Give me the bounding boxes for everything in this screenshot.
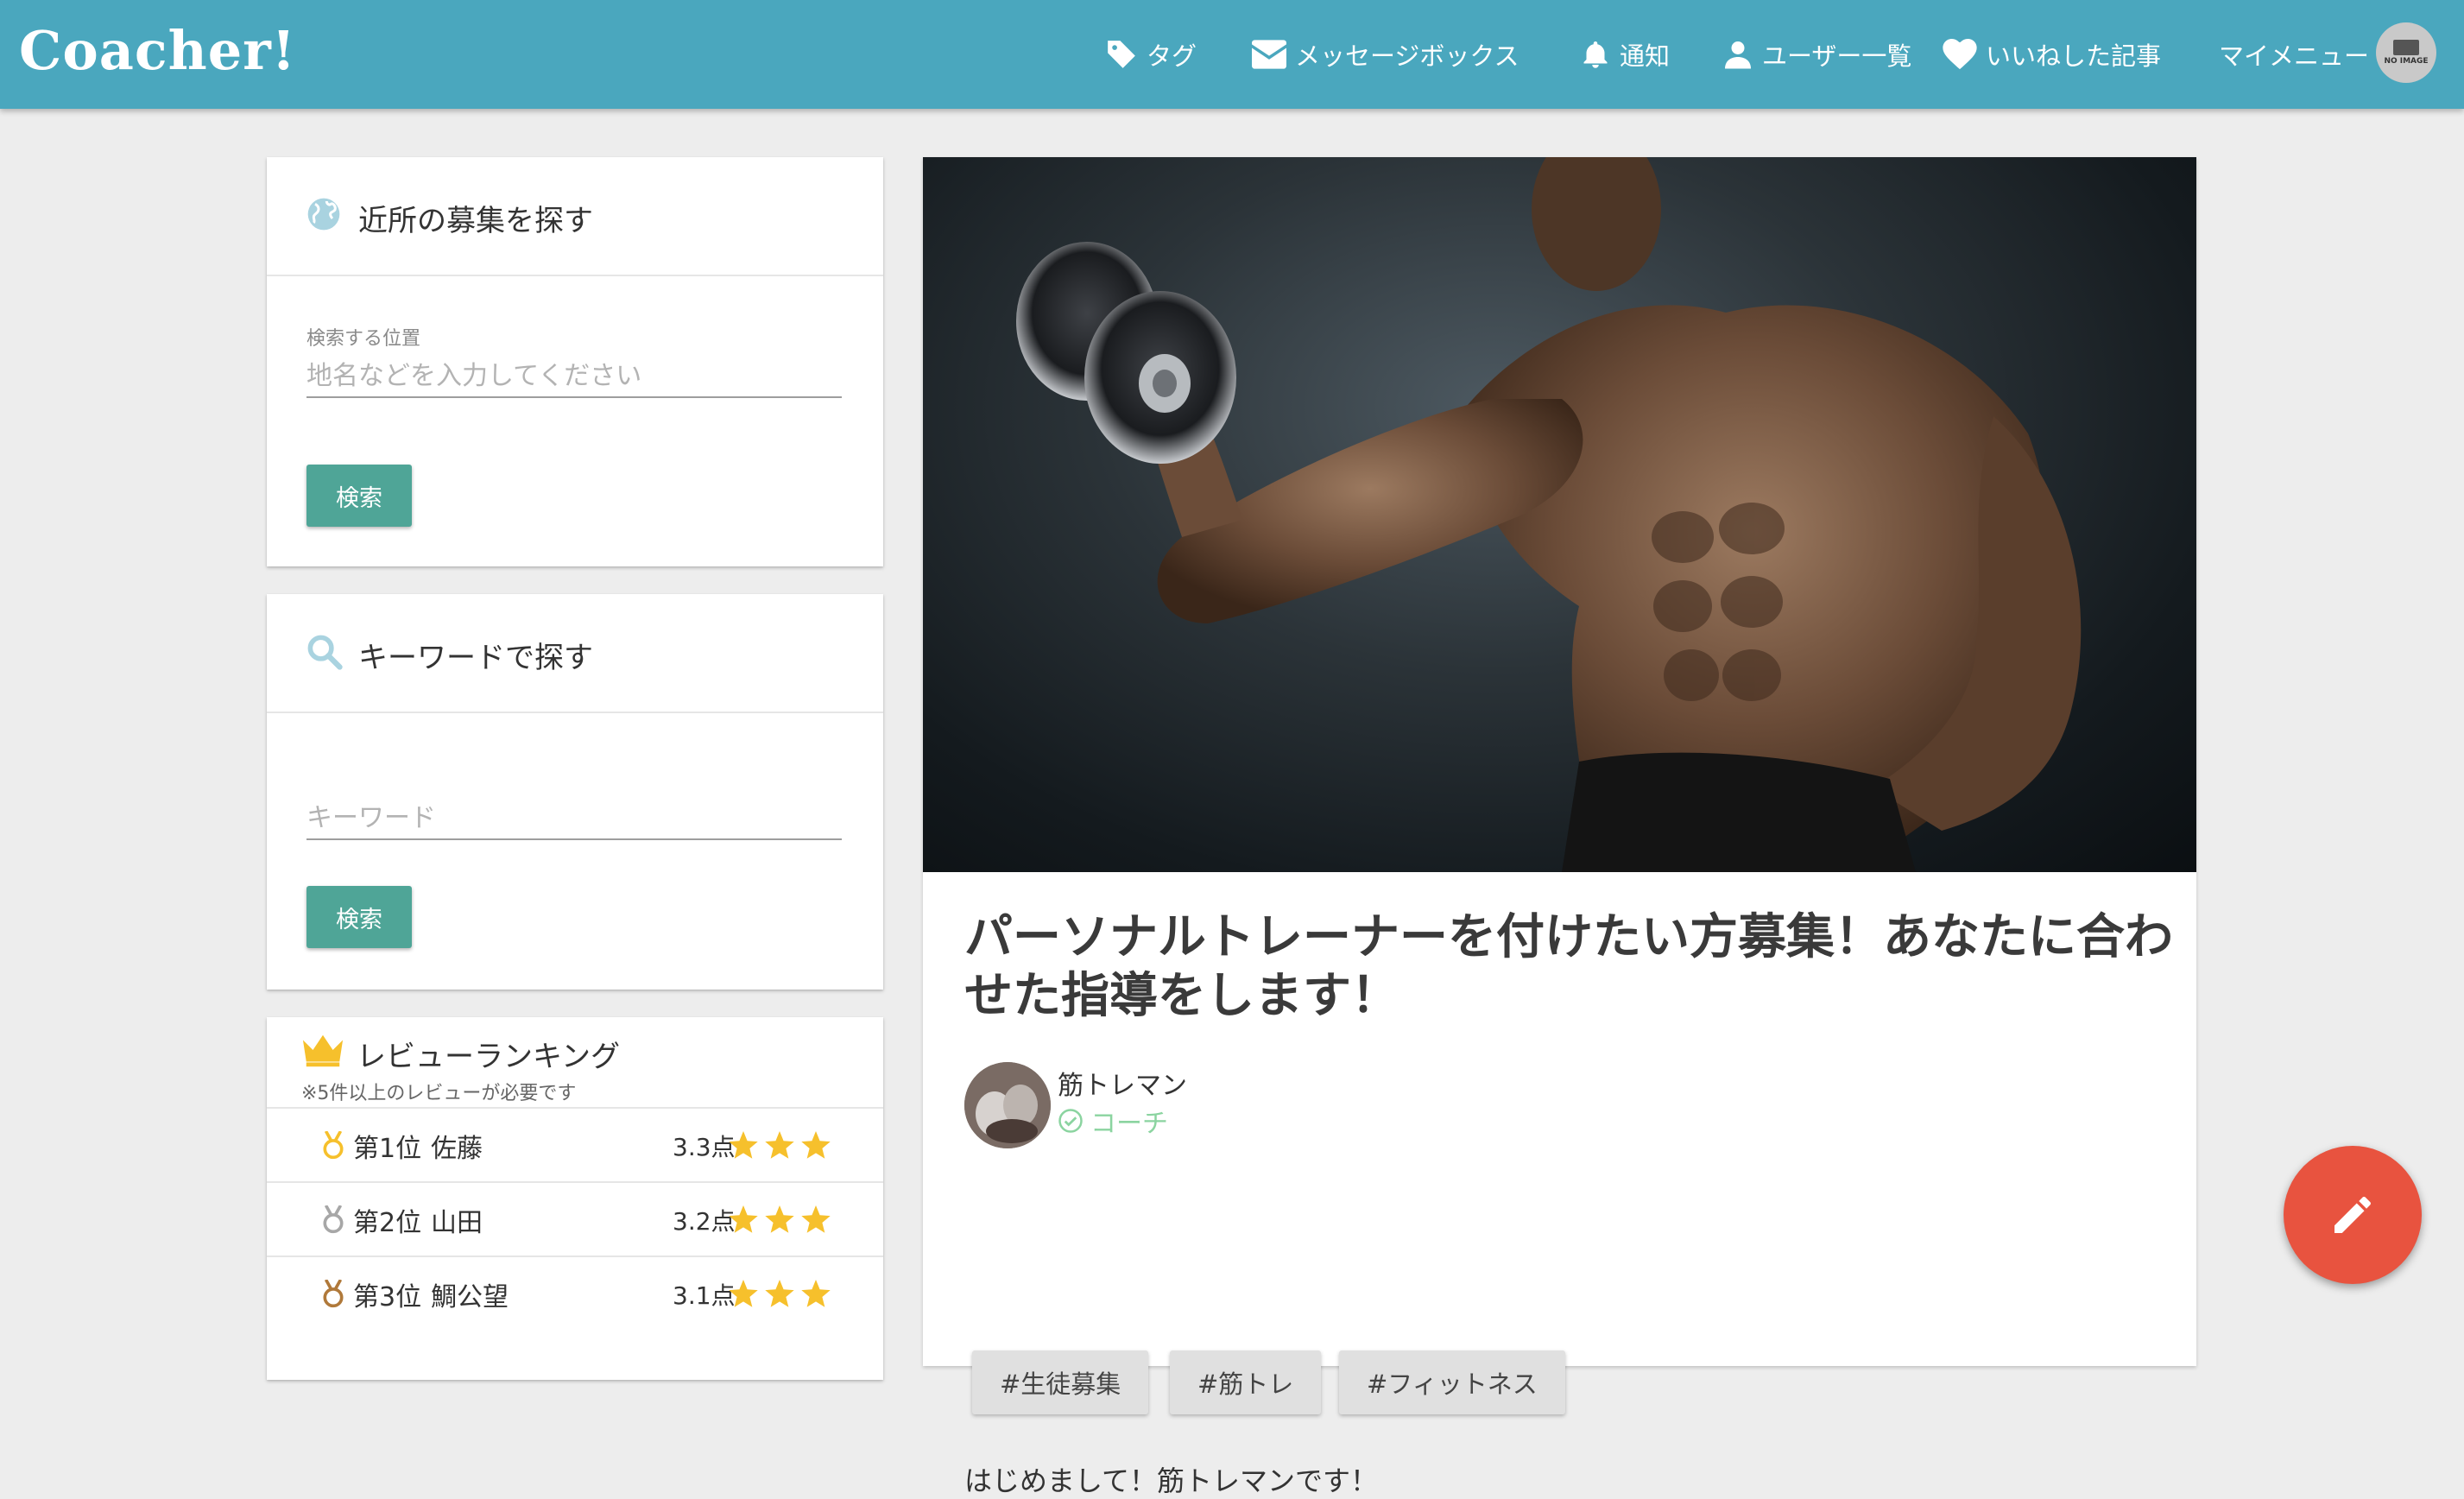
nav-mymenu[interactable]: マイメニュー: [2219, 33, 2369, 76]
ranking-position: 第2位: [353, 1208, 422, 1238]
medal-icon: [323, 1131, 344, 1160]
heart-icon: [1943, 39, 1977, 70]
nav-messages-label: メッセージボックス: [1295, 41, 1519, 71]
star-icon: [801, 1280, 831, 1307]
nearby-search-card: 近所の募集を探す 検索する位置 検索: [267, 157, 883, 566]
nav-liked[interactable]: いいねした記事: [1943, 33, 2161, 76]
nav-tags-label: タグ: [1147, 41, 1197, 71]
pencil-icon: [2334, 1196, 2371, 1233]
keyword-search-header: キーワードで探す: [267, 594, 883, 713]
ranking-row[interactable]: 第3位 鯛公望 3.1点: [267, 1255, 883, 1331]
envelope-icon: [1252, 40, 1286, 69]
nav-tags[interactable]: タグ: [1105, 33, 1197, 76]
ranking-stars: [728, 1131, 831, 1161]
ranking-stars: [728, 1205, 831, 1235]
nav-mymenu-label: マイメニュー: [2219, 41, 2370, 71]
keyword-search-button[interactable]: 検索: [306, 886, 412, 948]
nearby-search-title: 近所の募集を探す: [358, 204, 593, 238]
tag-chip[interactable]: #フィットネス: [1339, 1350, 1565, 1414]
ranking-score: 3.2点: [673, 1207, 736, 1236]
nearby-search-button[interactable]: 検索: [306, 465, 412, 527]
star-icon: [729, 1280, 758, 1307]
location-label: 検索する位置: [306, 328, 421, 350]
keyword-search-card: キーワードで探す 検索: [267, 594, 883, 990]
ranking-user-name: 山田: [431, 1208, 483, 1238]
ranking-score: 3.1点: [673, 1281, 736, 1310]
post-title: パーソナルトレーナーを付けたい方募集！あなたに合わせた指導をします！: [964, 909, 2173, 1024]
ranking-row[interactable]: 第2位 山田 3.2点: [267, 1181, 883, 1257]
star-icon: [765, 1280, 794, 1307]
bell-icon: [1583, 41, 1608, 68]
review-ranking-title: レビューランキング: [357, 1040, 620, 1074]
avatar-placeholder-text: NO IMAGE: [2384, 57, 2429, 66]
check-circle-icon: [1058, 1109, 1083, 1133]
no-image-icon: [2393, 40, 2419, 55]
star-icon: [765, 1205, 794, 1233]
star-icon: [729, 1205, 758, 1233]
author-photo: [964, 1062, 1051, 1148]
star-icon: [729, 1131, 758, 1159]
ranking-score: 3.3点: [673, 1133, 736, 1161]
nearby-search-header: 近所の募集を探す: [267, 157, 883, 276]
medal-icon: [323, 1205, 344, 1234]
top-navbar: Coacher! タグ メッセージボックス 通知 ユーザー一覧 いいねした記事 …: [0, 0, 2464, 109]
review-ranking-card: レビューランキング ※5件以上のレビューが必要です 第1位 佐藤 3.3点第2位 山田…: [267, 1017, 883, 1380]
search-icon: [307, 635, 343, 670]
new-post-button[interactable]: [2284, 1146, 2422, 1284]
post-card: パーソナルトレーナーを付けたい方募集！あなたに合わせた指導をします！ 筋トレマン…: [923, 157, 2196, 1497]
bodybuilder-illustration: [1016, 157, 2082, 872]
ranking-row[interactable]: 第1位 佐藤 3.3点: [267, 1107, 883, 1183]
ranking-user-name: 鯛公望: [431, 1282, 509, 1312]
crown-icon: [302, 1034, 344, 1067]
tag-chip[interactable]: #筋トレ: [1170, 1350, 1322, 1414]
author-role: コーチ: [1058, 1102, 1168, 1140]
tag-chip[interactable]: #生徒募集: [972, 1350, 1149, 1414]
author-name[interactable]: 筋トレマン: [1058, 1064, 1187, 1102]
user-icon: [1725, 41, 1751, 69]
ranking-user-name: 佐藤: [431, 1134, 483, 1164]
author-avatar[interactable]: [964, 1062, 1051, 1148]
ranking-position: 第3位: [353, 1282, 422, 1312]
brand-logo[interactable]: Coacher!: [19, 19, 296, 82]
ranking-position: 第1位: [353, 1134, 422, 1164]
post-hero-image[interactable]: [923, 157, 2196, 872]
user-avatar[interactable]: NO IMAGE: [2376, 22, 2436, 83]
keyword-input[interactable]: [306, 803, 842, 840]
globe-icon: [307, 198, 340, 231]
keyword-search-title: キーワードで探す: [358, 641, 593, 675]
tag-icon: [1108, 41, 1135, 68]
nav-notifications[interactable]: 通知: [1580, 33, 1670, 76]
nav-messages[interactable]: メッセージボックス: [1252, 33, 1519, 76]
post-body-text: はじめまして！筋トレマンです！: [964, 1464, 1379, 1497]
nav-liked-label: いいねした記事: [1986, 41, 2162, 71]
ranking-stars: [728, 1280, 831, 1309]
review-ranking-note: ※5件以上のレビューが必要です: [301, 1083, 577, 1104]
star-icon: [801, 1131, 831, 1159]
medal-icon: [323, 1280, 344, 1308]
nav-users-label: ユーザー一覧: [1762, 41, 1912, 71]
nav-notifications-label: 通知: [1620, 41, 1671, 71]
star-icon: [765, 1131, 794, 1159]
author-role-label: コーチ: [1090, 1109, 1168, 1139]
star-icon: [801, 1205, 831, 1233]
location-input[interactable]: [306, 361, 842, 398]
nav-users[interactable]: ユーザー一覧: [1722, 33, 1911, 76]
